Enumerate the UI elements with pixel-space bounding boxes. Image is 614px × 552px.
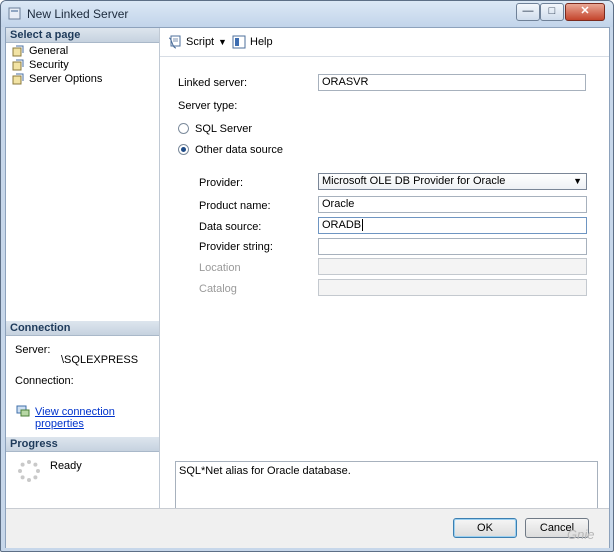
page-icon	[12, 45, 24, 57]
help-label: Help	[250, 36, 273, 48]
minimize-button[interactable]: —	[516, 3, 540, 21]
select-page-header: Select a page	[6, 28, 159, 43]
view-connection-properties-link[interactable]: View connection properties	[35, 406, 159, 430]
window-title: New Linked Server	[27, 7, 129, 21]
location-input	[318, 258, 587, 275]
data-source-input[interactable]: ORADB	[318, 217, 587, 234]
sql-server-option-label[interactable]: SQL Server	[195, 123, 252, 135]
chevron-down-icon: ▼	[573, 176, 582, 186]
connection-properties-icon	[16, 405, 30, 417]
provider-select[interactable]: Microsoft OLE DB Provider for Oracle ▼	[318, 173, 587, 190]
nav-item-label: Security	[29, 59, 69, 71]
server-value: \SQLEXPRESS	[61, 354, 139, 366]
nav-item-label: Server Options	[29, 73, 103, 85]
catalog-input	[318, 279, 587, 296]
chevron-down-icon[interactable]: ▼	[218, 35, 227, 49]
location-label: Location	[199, 262, 241, 274]
dialog-client: Select a page General Security Server Op…	[5, 27, 610, 548]
data-source-value: ORADB	[322, 219, 362, 231]
help-icon	[232, 35, 246, 49]
linked-server-input[interactable]: ORASVR	[318, 74, 586, 91]
server-type-label: Server type:	[178, 100, 238, 112]
maximize-button[interactable]: □	[540, 3, 564, 21]
close-button[interactable]: ✕	[565, 3, 605, 21]
sql-server-radio[interactable]	[178, 123, 189, 134]
description-text: SQL*Net alias for Oracle database.	[179, 465, 351, 477]
progress-status: Ready	[50, 460, 82, 472]
product-name-label: Product name:	[199, 200, 271, 212]
button-bar: OK Cancel	[6, 508, 609, 548]
product-name-input[interactable]: Oracle	[318, 196, 587, 213]
page-icon	[12, 73, 24, 85]
server-label: Server:	[15, 344, 51, 356]
provider-string-label: Provider string:	[199, 241, 273, 253]
watermark-text: Gnie	[567, 527, 595, 542]
ok-button[interactable]: OK	[453, 518, 517, 538]
left-panel: Select a page General Security Server Op…	[6, 28, 160, 508]
dialog-window: New Linked Server — □ ✕ Select a page Ge…	[0, 0, 614, 552]
catalog-label: Catalog	[199, 283, 237, 295]
script-label: Script	[186, 36, 215, 48]
other-data-source-radio[interactable]	[178, 144, 189, 155]
provider-selected-value: Microsoft OLE DB Provider for Oracle	[322, 175, 506, 187]
general-page: Linked server: ORASVR Server type: SQL S…	[160, 57, 609, 531]
title-bar[interactable]: New Linked Server — □ ✕	[1, 1, 613, 27]
toolbar: Script ▼ Help	[160, 28, 609, 57]
provider-label: Provider:	[199, 177, 244, 189]
linked-server-label: Linked server:	[178, 77, 248, 89]
text-caret	[362, 219, 364, 231]
progress-header: Progress	[6, 437, 159, 452]
connection-header: Connection	[6, 321, 159, 336]
data-source-label: Data source:	[199, 221, 262, 233]
page-icon	[12, 59, 24, 71]
connection-label: Connection:	[15, 375, 74, 387]
script-icon	[168, 35, 181, 49]
provider-string-input[interactable]	[318, 238, 587, 255]
app-icon	[8, 7, 21, 20]
progress-spinner-icon	[18, 460, 40, 482]
other-data-source-option-label[interactable]: Other data source	[195, 144, 283, 156]
nav-item-label: General	[29, 45, 69, 57]
